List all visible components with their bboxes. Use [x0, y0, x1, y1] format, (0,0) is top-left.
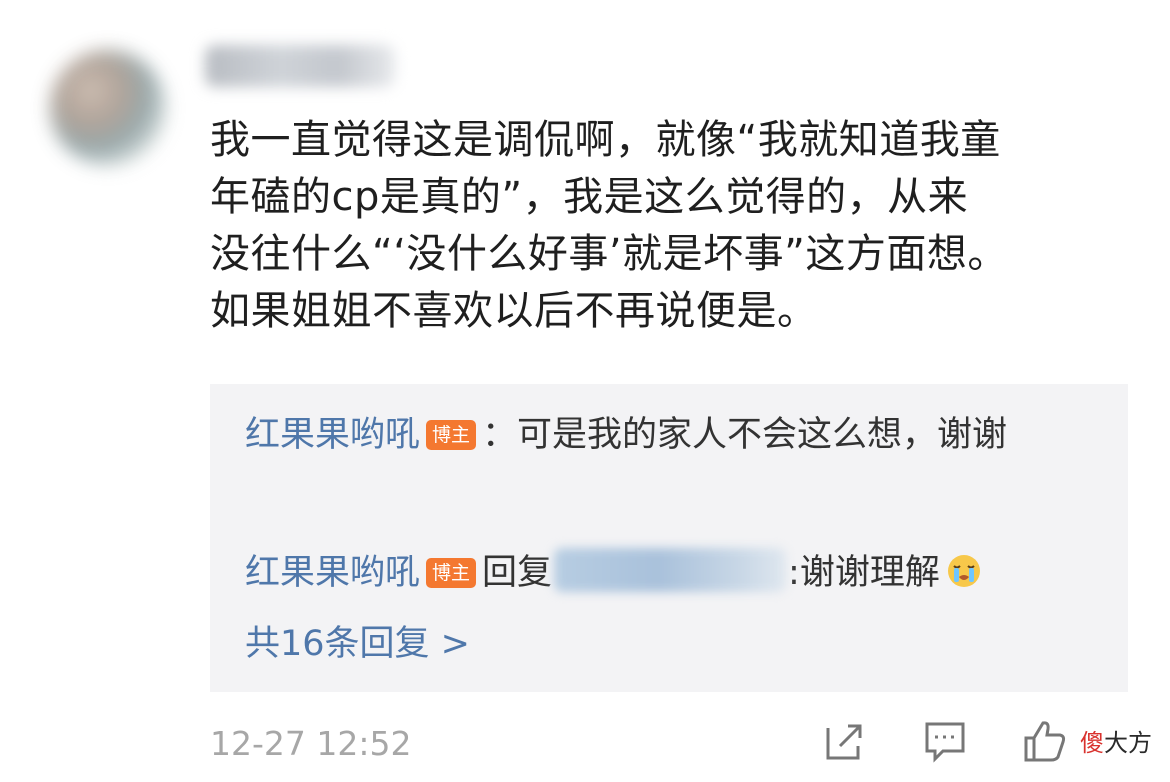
reply-item[interactable]: 红果果哟吼 博主 ：可是我的家人不会这么想，谢谢: [245, 406, 1105, 464]
reply-prefix: 回复: [482, 553, 553, 593]
share-icon[interactable]: [822, 718, 868, 764]
blogger-badge: 博主: [426, 420, 477, 450]
reply-author[interactable]: 红果果哟吼: [245, 415, 420, 455]
blurred-username[interactable]: [205, 45, 395, 87]
avatar[interactable]: [50, 50, 166, 166]
reply-text: ：可是我的家人不会这么想，谢谢: [482, 415, 1008, 455]
reply-author[interactable]: 红果果哟吼: [245, 553, 420, 593]
blurred-mention[interactable]: [554, 548, 787, 592]
comment-timestamp: 12-27 12:52: [210, 724, 412, 763]
reply-preview-box[interactable]: 红果果哟吼 博主 ：可是我的家人不会这么想，谢谢 红果果哟吼 博主 回复:谢谢理解 共1…: [210, 384, 1128, 692]
thumbs-up-icon[interactable]: [1022, 718, 1068, 764]
reply-item[interactable]: 红果果哟吼 博主 回复 :谢谢理解: [245, 544, 1105, 602]
view-all-replies-link[interactable]: 共16条回复 >: [245, 619, 470, 669]
blogger-badge: 博主: [426, 558, 477, 588]
comment-text: 我一直觉得这是调侃啊，就像“我就知道我童 年磕的cp是真的”，我是这么觉得的，从…: [210, 117, 1008, 334]
watermark: 傻大方: [1080, 729, 1152, 757]
comment-icon[interactable]: [922, 718, 968, 764]
comment-card: 我一直觉得这是调侃啊，就像“我就知道我童 年磕的cp是真的”，我是这么觉得的，从…: [0, 0, 1170, 782]
reply-text: :谢谢理解: [788, 553, 940, 593]
crying-face-icon: [946, 549, 982, 587]
